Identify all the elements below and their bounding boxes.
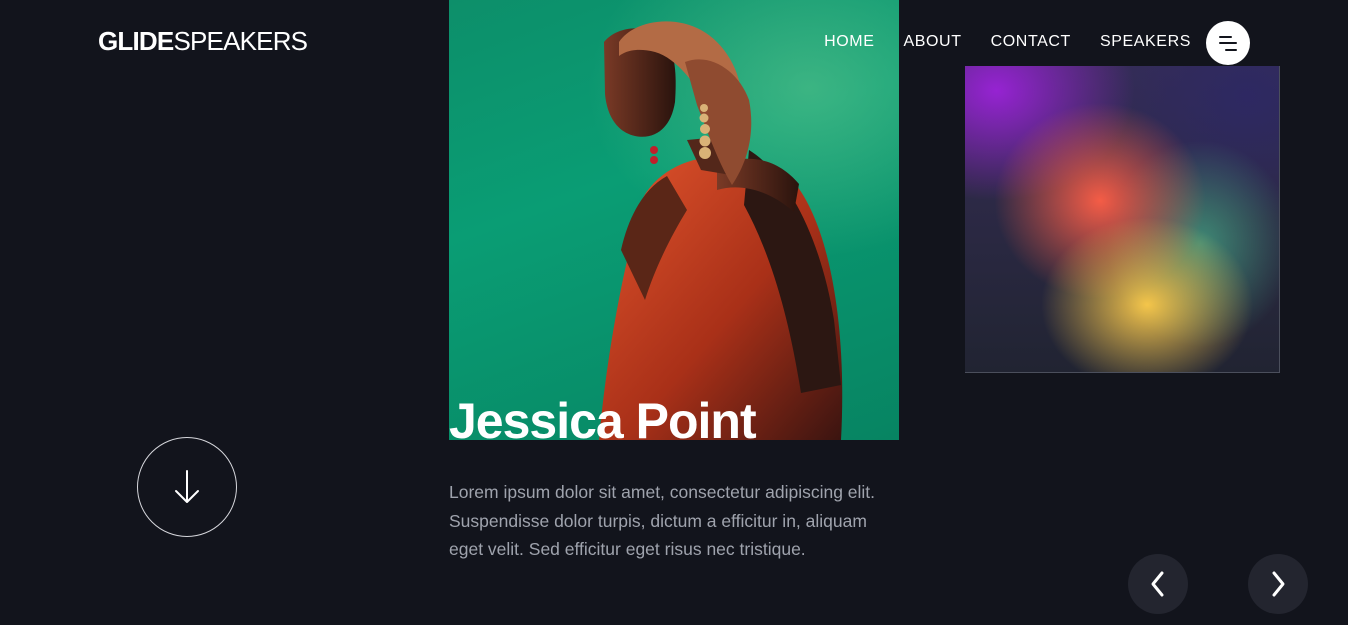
prev-button[interactable] [1128,554,1188,614]
scroll-down-button[interactable] [137,437,237,537]
next-button[interactable] [1248,554,1308,614]
nav-about[interactable]: ABOUT [903,33,961,51]
site-logo[interactable]: GLIDESPEAKERS [98,26,308,57]
chevron-left-icon [1151,571,1164,597]
chevron-right-icon [1272,571,1285,597]
logo-strong-text: GLIDE [98,26,174,56]
arrow-down-icon [175,470,199,503]
main-nav: HOME ABOUT CONTACT SPEAKERS [824,33,1191,51]
speaker-portrait [599,21,843,440]
menu-line [1225,49,1237,51]
logo-light-text: SPEAKERS [173,26,308,56]
speaker-name: Jessica Point [449,393,757,440]
nav-contact[interactable]: CONTACT [991,33,1071,51]
speaker-bio: Lorem ipsum dolor sit amet, consectetur … [449,482,876,560]
hamburger-menu-icon[interactable] [1206,21,1250,65]
gradient-card [965,66,1280,373]
menu-line [1219,36,1232,38]
nav-home[interactable]: HOME [824,33,874,51]
menu-line [1219,42,1237,44]
speaker-photo [449,0,899,440]
nav-speakers[interactable]: SPEAKERS [1100,33,1191,51]
